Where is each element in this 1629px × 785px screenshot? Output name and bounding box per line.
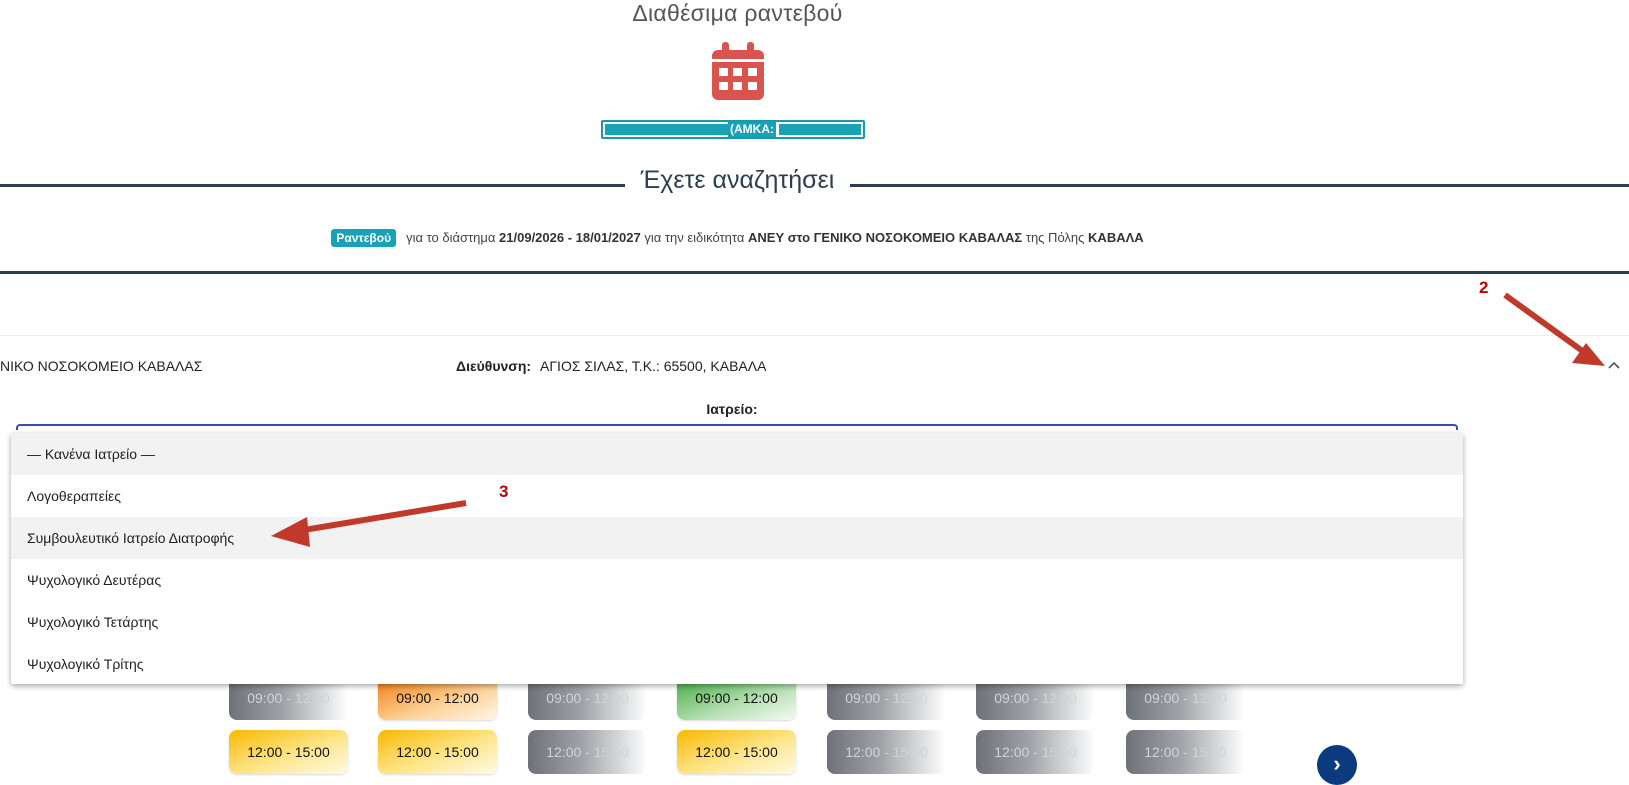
amka-label: (ΑΜΚΑ: xyxy=(728,122,776,137)
calendar-icon xyxy=(712,42,764,100)
annotation-marker-3: 3 xyxy=(499,482,509,501)
page-title: Διαθέσιμα ραντεβού xyxy=(632,0,843,26)
office-label: Ιατρείο: xyxy=(706,401,758,417)
annotation-marker-2: 2 xyxy=(1479,278,1489,297)
period-prefix: για το διάστημα xyxy=(406,230,496,245)
chevron-right-icon: › xyxy=(1333,751,1341,776)
office-dropdown-list[interactable]: — Κανένα Ιατρείο — Λογοθεραπείες Συμβουλ… xyxy=(11,433,1463,684)
specialty-value: ΑΝΕΥ στο ΓΕΝΙΚΟ ΝΟΣΟΚΟΜΕΙΟ ΚΑΒΑΛΑΣ xyxy=(748,230,1023,245)
dropdown-option-psych-tuesday[interactable]: Ψυχολογικό Τρίτης xyxy=(11,643,1463,684)
chevron-up-icon[interactable] xyxy=(1606,357,1622,373)
time-slot-row2-2[interactable]: 12:00 - 15:00 xyxy=(378,730,497,774)
heading-rule-right xyxy=(850,184,1629,187)
arrow-2 xyxy=(1503,292,1605,366)
address-label: Διεύθυνση: xyxy=(456,358,532,374)
time-slot-row2-7: 12:00 - 15:00 xyxy=(1126,730,1245,774)
city-value: ΚΑΒΑΛΑ xyxy=(1088,230,1144,245)
city-prefix: της Πόλης xyxy=(1025,230,1085,245)
appointment-badge: Ραντεβού xyxy=(331,229,397,247)
next-week-button[interactable]: › xyxy=(1317,745,1357,785)
dropdown-option-psych-wednesday[interactable]: Ψυχολογικό Τετάρτης xyxy=(11,601,1463,643)
section-divider xyxy=(0,271,1629,274)
address-value: ΑΓΙΟΣ ΣΙΛΑΣ, Τ.Κ.: 65500, ΚΑΒΑΛΑ xyxy=(540,358,767,374)
time-slot-row2-1[interactable]: 12:00 - 15:00 xyxy=(229,730,348,774)
dropdown-option-none[interactable]: — Κανένα Ιατρείο — xyxy=(11,433,1463,475)
dropdown-option-nutrition[interactable]: Συμβουλευτικό Ιατρείο Διατροφής xyxy=(11,517,1463,559)
time-slot-row2-3: 12:00 - 15:00 xyxy=(528,730,647,774)
dropdown-option-psych-monday[interactable]: Ψυχολογικό Δευτέρας xyxy=(11,559,1463,601)
time-slot-row2-5: 12:00 - 15:00 xyxy=(827,730,946,774)
heading-rule-left xyxy=(0,184,625,187)
hospital-name: ΝΙΚΟ ΝΟΣΟΚΟΜΕΙΟ ΚΑΒΑΛΑΣ xyxy=(0,358,203,374)
dropdown-option-speech-therapy[interactable]: Λογοθεραπείες xyxy=(11,475,1463,517)
search-summary: Ραντεβού για το διάστημα 21/09/2026 - 18/… xyxy=(0,229,1475,247)
amka-selection-right xyxy=(779,124,861,135)
office-select[interactable] xyxy=(16,424,1458,430)
amka-field: (ΑΜΚΑ: xyxy=(601,120,865,139)
hospital-row-border xyxy=(0,335,1629,336)
specialty-prefix: για την ειδικότητα xyxy=(644,230,745,245)
time-slot-row2-6: 12:00 - 15:00 xyxy=(976,730,1095,774)
period-value: 21/09/2026 - 18/01/2027 xyxy=(499,230,641,245)
time-slot-row2-4[interactable]: 12:00 - 15:00 xyxy=(677,730,796,774)
amka-selection-left xyxy=(605,124,728,135)
search-summary-heading: Έχετε αναζητήσει xyxy=(640,166,835,194)
